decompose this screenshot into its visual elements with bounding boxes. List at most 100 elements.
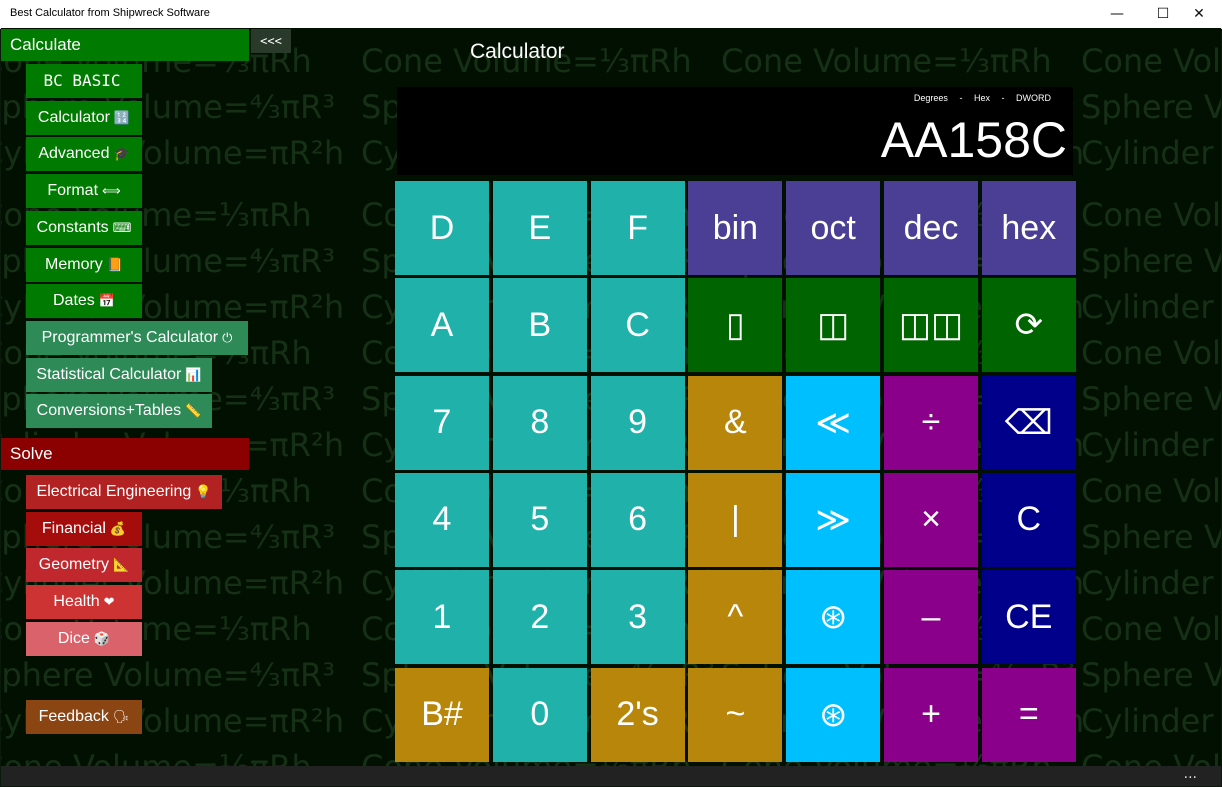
sidebar-item-icon: 📐: [113, 557, 130, 573]
key-button[interactable]: oct: [786, 181, 881, 275]
sidebar-item-calc[interactable]: Constants ⌨: [26, 210, 142, 245]
watermark-formula: Cylinder Volume=πR²h: [1081, 288, 1221, 326]
key-button[interactable]: hex: [981, 181, 1076, 275]
key-button[interactable]: C: [590, 278, 685, 373]
watermark-formula: Sphere Volume=⁴⁄₃πR³: [1081, 518, 1221, 556]
sidebar-item-solve[interactable]: Geometry 📐: [26, 548, 142, 583]
sidebar-item-icon: 📊: [185, 366, 202, 382]
key-button[interactable]: ⊛: [786, 570, 881, 665]
key-button[interactable]: ≫: [786, 472, 881, 567]
watermark-formula: Cone Volume=⅓πRh: [1081, 334, 1221, 372]
sidebar-item-icon: ⏻: [222, 329, 233, 345]
collapse-sidebar-button[interactable]: <<<: [251, 29, 291, 53]
sidebar-item-label: BC BASIC: [43, 71, 121, 90]
calculator-display: Degrees - Hex - DWORD AA158C: [397, 87, 1073, 175]
key-button[interactable]: B#: [395, 667, 489, 762]
sidebar-item-icon: 💰: [109, 520, 127, 536]
key-button[interactable]: 3: [590, 570, 685, 665]
key-button[interactable]: 6: [590, 472, 685, 567]
key-button[interactable]: bin: [688, 181, 783, 275]
watermark-formula: Cylinder Volume=πR²h: [1081, 564, 1221, 602]
sidebar-item-calc[interactable]: Format ⟺: [26, 174, 142, 209]
sidebar-item-solve[interactable]: Dice 🎲: [26, 621, 142, 656]
sidebar-item-icon: 💡: [195, 484, 212, 499]
key-button[interactable]: CE: [981, 570, 1076, 665]
key-button[interactable]: 4: [395, 472, 489, 567]
sidebar-item-solve[interactable]: Electrical Engineering 💡: [26, 475, 222, 509]
key-button[interactable]: ^: [688, 570, 783, 665]
key-button[interactable]: ≪: [786, 375, 881, 470]
sidebar-item-calc[interactable]: Advanced 🎓: [26, 137, 142, 172]
key-button[interactable]: A: [395, 278, 489, 373]
sidebar-item-label: Conversions+Tables: [36, 402, 182, 420]
word-size[interactable]: DWORD: [1016, 93, 1051, 103]
key-button[interactable]: 7: [395, 375, 489, 470]
key-button[interactable]: 0: [492, 667, 587, 762]
sidebar-item-icon: 🎲: [93, 630, 111, 646]
key-button[interactable]: F: [590, 181, 685, 275]
key-button[interactable]: 8: [492, 375, 587, 470]
solve-section-header[interactable]: Solve: [1, 438, 249, 470]
watermark-formula: Cylinder Volume=πR²h: [1081, 134, 1221, 172]
sidebar-item-label: Format: [47, 182, 99, 200]
watermark-formula: Cone Volume=⅓πRh: [1, 748, 312, 766]
key-button[interactable]: ▯: [688, 278, 783, 373]
key-button[interactable]: ⊛: [786, 667, 881, 762]
sidebar-item-label: Dates: [53, 292, 95, 310]
key-button[interactable]: 1: [395, 570, 489, 665]
key-button[interactable]: C: [981, 472, 1076, 567]
sidebar-item-label: Advanced: [38, 145, 110, 163]
sidebar-item-label: Electrical Engineering: [36, 483, 192, 500]
key-button[interactable]: 9: [590, 375, 685, 470]
key-button[interactable]: ◫◫: [884, 278, 978, 373]
key-button[interactable]: |: [688, 472, 783, 567]
feedback-button[interactable]: Feedback 🗣: [26, 700, 142, 734]
megaphone-icon: 🗣: [112, 709, 130, 724]
sidebar-item-icon: 🔢: [113, 109, 131, 125]
key-button[interactable]: ◫: [786, 278, 881, 373]
key-button[interactable]: ⟳: [981, 278, 1076, 373]
sidebar-item-calc[interactable]: Dates 📅: [26, 284, 142, 319]
watermark-formula: Cone Volume=⅓πRh: [721, 42, 1052, 80]
key-button[interactable]: D: [395, 181, 489, 275]
key-button[interactable]: B: [492, 278, 587, 373]
sidebar-item-calc[interactable]: Memory 📙: [26, 247, 142, 282]
mode-indicators: Degrees - Hex - DWORD: [905, 93, 1051, 103]
sidebar-item-icon: ⟺: [102, 183, 121, 199]
close-button[interactable]: ✕: [1176, 0, 1222, 28]
minimize-button[interactable]: —: [1094, 0, 1140, 28]
key-button[interactable]: ~: [688, 667, 783, 762]
key-button[interactable]: &: [688, 375, 783, 470]
page-title: Calculator: [470, 40, 565, 63]
watermark-formula: Cone Volume=⅓πRh: [1081, 748, 1221, 766]
sidebar-item-calc[interactable]: Calculator 🔢: [26, 100, 142, 135]
angle-mode[interactable]: Degrees: [914, 93, 948, 103]
key-button[interactable]: 5: [492, 472, 587, 567]
sidebar-item-calc[interactable]: BC BASIC: [26, 64, 142, 98]
key-button[interactable]: ÷: [884, 375, 978, 470]
watermark-formula: Sphere Volume=⁴⁄₃πR³: [1, 656, 336, 694]
key-button[interactable]: ⌫: [981, 375, 1076, 470]
sidebar-item-solve[interactable]: Financial 💰: [26, 511, 142, 546]
watermark-formula: Sphere Volume=⁴⁄₃πR³: [1081, 380, 1221, 418]
more-options-button[interactable]: ...: [1184, 766, 1197, 782]
key-button[interactable]: E: [492, 181, 587, 275]
watermark-formula: Sphere Volume=⁴⁄₃πR³: [1081, 242, 1221, 280]
display-value: AA158C: [880, 112, 1067, 168]
sidebar-item-solve[interactable]: Health ❤: [26, 585, 142, 620]
key-button[interactable]: =: [981, 667, 1076, 762]
watermark-formula: Sphere Volume=⁴⁄₃πR³: [1081, 88, 1221, 126]
base-mode[interactable]: Hex: [974, 93, 990, 103]
sidebar-item-calc[interactable]: Statistical Calculator 📊: [26, 357, 212, 392]
key-button[interactable]: dec: [884, 181, 978, 275]
window-title: Best Calculator from Shipwreck Software: [10, 7, 210, 19]
sidebar-item-calc[interactable]: Conversions+Tables 📏: [26, 394, 212, 429]
key-button[interactable]: 2: [492, 570, 587, 665]
sidebar-item-icon: 📏: [185, 403, 202, 419]
key-button[interactable]: 2's: [590, 667, 685, 762]
calculate-section-header[interactable]: Calculate: [1, 29, 249, 61]
sidebar-item-calc[interactable]: Programmer's Calculator ⏻: [26, 320, 248, 355]
key-button[interactable]: –: [884, 570, 978, 665]
key-button[interactable]: ×: [884, 472, 978, 567]
key-button[interactable]: +: [884, 667, 978, 762]
